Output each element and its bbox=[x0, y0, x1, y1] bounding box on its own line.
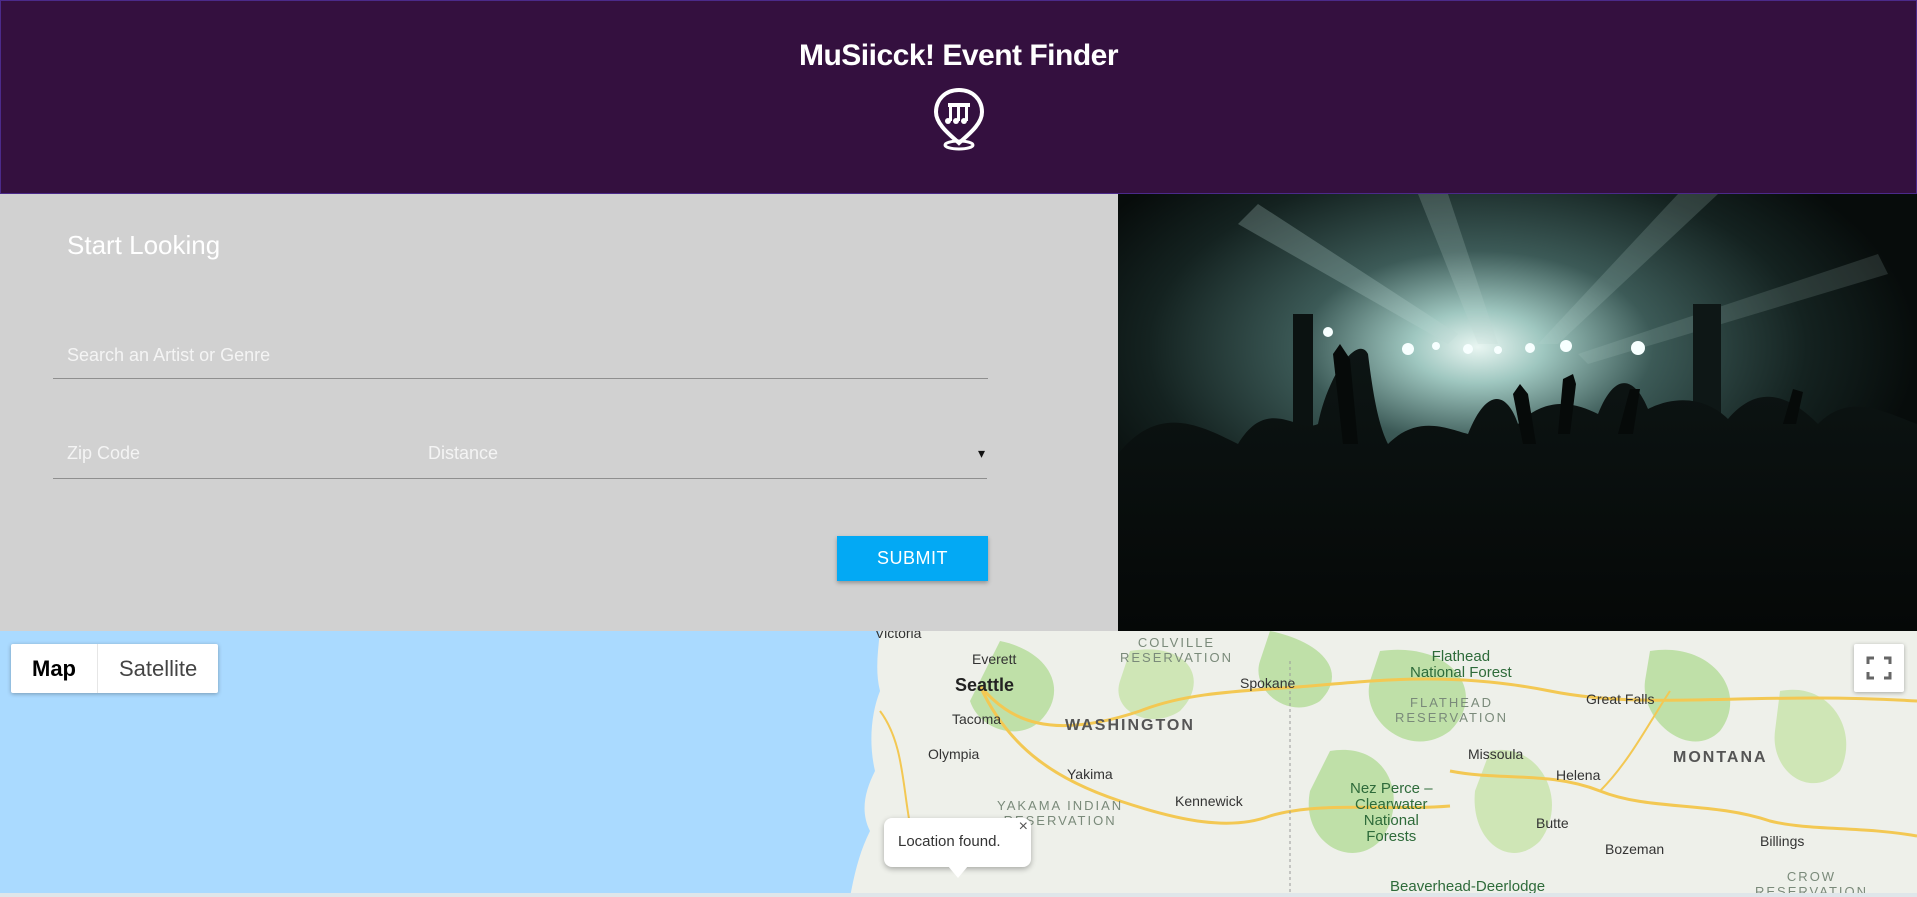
event-map[interactable]: Map Satellite Victoria COLVILLE RESERVAT… bbox=[0, 631, 1917, 897]
map-label-missoula: Missoula bbox=[1468, 746, 1524, 762]
map-label-kennewick: Kennewick bbox=[1175, 793, 1243, 809]
location-row: Distance ▾ bbox=[53, 425, 987, 479]
map-label-nez-perce: Nez Perce – Clearwater National Forests bbox=[1350, 780, 1433, 845]
map-label-great-falls: Great Falls bbox=[1586, 691, 1655, 707]
info-window-text: Location found. bbox=[898, 833, 1001, 850]
panel-heading: Start Looking bbox=[67, 230, 221, 260]
map-label-colville: COLVILLE RESERVATION bbox=[1120, 635, 1234, 665]
fullscreen-icon bbox=[1866, 656, 1892, 680]
artist-genre-field bbox=[53, 325, 988, 379]
concert-crowd-image bbox=[1118, 194, 1917, 631]
map-label-everett: Everett bbox=[972, 651, 1017, 667]
zip-code-input[interactable] bbox=[53, 433, 413, 473]
app-title: MuSiicck! Event Finder bbox=[798, 39, 1119, 72]
map-label-butte: Butte bbox=[1536, 815, 1569, 831]
map-label-bozeman: Bozeman bbox=[1605, 841, 1665, 857]
map-label-flathead-reservation: FLATHEAD RESERVATION bbox=[1395, 695, 1509, 725]
submit-button[interactable]: SUBMIT bbox=[837, 536, 988, 581]
map-label-flathead-forest: Flathead National Forest bbox=[1410, 648, 1512, 681]
close-icon[interactable]: × bbox=[1019, 818, 1028, 836]
map-type-map-button[interactable]: Map bbox=[11, 644, 98, 693]
map-label-spokane: Spokane bbox=[1240, 675, 1296, 691]
fullscreen-button[interactable] bbox=[1854, 644, 1904, 692]
page-bottom-strip bbox=[0, 893, 1917, 897]
chevron-down-icon: ▾ bbox=[977, 445, 985, 461]
distance-label: Distance bbox=[428, 443, 499, 463]
zip-code-field bbox=[53, 433, 413, 473]
artist-genre-input[interactable] bbox=[53, 335, 988, 375]
map-label-yakima: Yakima bbox=[1067, 766, 1113, 782]
map-label-helena: Helena bbox=[1556, 767, 1601, 783]
map-label-tacoma: Tacoma bbox=[952, 711, 1002, 727]
map-label-washington: WASHINGTON bbox=[1065, 717, 1195, 734]
map-type-control: Map Satellite bbox=[11, 644, 219, 693]
map-label-seattle: Seattle bbox=[955, 675, 1015, 695]
map-type-satellite-button[interactable]: Satellite bbox=[98, 644, 218, 693]
distance-select[interactable]: Distance ▾ bbox=[428, 433, 987, 473]
search-panel: Start Looking Distance ▾ SUBMIT bbox=[0, 194, 1118, 631]
map-label-montana: MONTANA bbox=[1673, 749, 1768, 766]
app-header: MuSiicck! Event Finder bbox=[0, 0, 1917, 194]
info-window-tail bbox=[948, 866, 968, 878]
map-label-victoria: Victoria bbox=[875, 631, 922, 641]
map-label-billings: Billings bbox=[1760, 833, 1805, 849]
map-label-olympia: Olympia bbox=[928, 746, 980, 762]
location-info-window: Location found. × bbox=[884, 818, 1031, 878]
map-pin-music-icon bbox=[933, 87, 985, 151]
